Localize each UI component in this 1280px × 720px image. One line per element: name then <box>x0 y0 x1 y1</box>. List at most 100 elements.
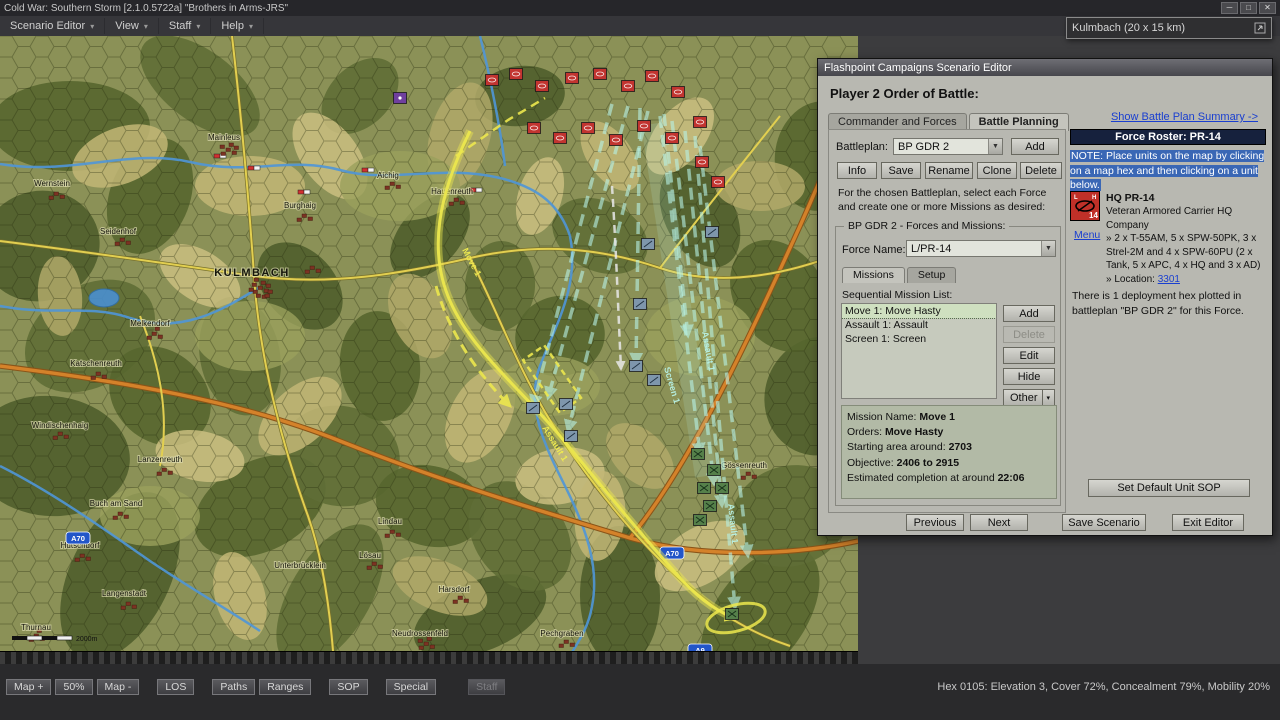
mission-other-button[interactable]: Other ▾ <box>1003 389 1055 406</box>
unit-menu-link[interactable]: Menu <box>1074 229 1100 241</box>
chevron-down-icon[interactable]: ▾ <box>1042 390 1054 405</box>
mission-listbox[interactable]: Move 1: Move HastyAssault 1: AssaultScre… <box>841 303 997 399</box>
unit-counter[interactable] <box>527 403 540 414</box>
unit-counter[interactable] <box>696 157 709 168</box>
unit-counter[interactable] <box>666 133 679 144</box>
mission-hide-button[interactable]: Hide <box>1003 368 1055 385</box>
map-zoom-in-button[interactable]: Map + <box>6 679 51 695</box>
menu-help[interactable]: Help▾ <box>211 18 264 34</box>
unit-counter[interactable] <box>712 177 725 188</box>
unit-counter[interactable] <box>698 483 711 494</box>
unit-counter[interactable] <box>694 117 707 128</box>
unit-counter[interactable] <box>565 431 578 442</box>
unit-counter[interactable] <box>672 87 685 98</box>
unit-counter[interactable] <box>594 69 607 80</box>
town-label: Harsdorf <box>439 585 470 594</box>
unit-counter[interactable] <box>394 93 407 104</box>
unit-counter[interactable] <box>528 123 541 134</box>
unit-type: Veteran Armored Carrier HQ Company <box>1106 205 1262 232</box>
battleplan-add-button[interactable]: Add <box>1011 138 1059 155</box>
sop-button[interactable]: SOP <box>329 679 367 695</box>
zoom-level-button[interactable]: 50% <box>55 679 92 695</box>
ranges-button[interactable]: Ranges <box>259 679 311 695</box>
maximize-button[interactable]: □ <box>1240 2 1257 14</box>
unit-counter[interactable] <box>706 227 719 238</box>
unit-counter[interactable] <box>642 239 655 250</box>
battleplan-delete-button[interactable]: Delete <box>1020 162 1062 179</box>
unit-counter[interactable] <box>560 399 573 410</box>
force-name-select[interactable]: L/PR-14 ▼ <box>906 240 1056 257</box>
town-label: Melkendorf <box>130 319 170 328</box>
battleplan-info-button[interactable]: Info <box>837 162 877 179</box>
dialog-titlebar[interactable]: Flashpoint Campaigns Scenario Editor <box>818 59 1272 76</box>
group-title: BP GDR 2 - Forces and Missions: <box>844 220 1009 232</box>
town-label: Seidenhof <box>100 227 137 236</box>
unit-counter[interactable] <box>554 133 567 144</box>
battleplan-select[interactable]: BP GDR 2 ▼ <box>893 138 1003 155</box>
unit-composition: » 2 x T-55AM, 5 x SPW-50PK, 3 x Strel-2M… <box>1106 232 1262 273</box>
battleplan-save-button[interactable]: Save <box>881 162 921 179</box>
town-label: KULMBACH <box>214 267 290 279</box>
special-button[interactable]: Special <box>386 679 436 695</box>
mission-list-item[interactable]: Move 1: Move Hasty <box>842 304 996 318</box>
force-roster-panel: Force Roster: PR-14 NOTE: Place units on… <box>1070 129 1266 477</box>
unit-counter[interactable] <box>536 81 549 92</box>
unit-counter[interactable] <box>704 501 717 512</box>
unit-counter[interactable] <box>510 69 523 80</box>
chevron-down-icon[interactable]: ▼ <box>1041 241 1055 256</box>
paths-button[interactable]: Paths <box>212 679 255 695</box>
unit-location-link[interactable]: 3301 <box>1158 274 1180 285</box>
battleplan-rename-button[interactable]: Rename <box>925 162 973 179</box>
unit-counter[interactable] <box>692 449 705 460</box>
unit-counter[interactable] <box>708 465 721 476</box>
unit-counter[interactable] <box>610 135 623 146</box>
tab-missions[interactable]: Missions <box>842 267 905 283</box>
map-viewport[interactable]: KULMBACHMainleusWernsteinBurghaigSeidenh… <box>0 36 858 664</box>
map-horizontal-scrollbar[interactable] <box>0 651 858 664</box>
unit-counter-icon[interactable]: L H 14 <box>1070 191 1100 221</box>
unit-counter[interactable] <box>582 123 595 134</box>
battleplan-clone-button[interactable]: Clone <box>977 162 1017 179</box>
mission-add-button[interactable]: Add <box>1003 305 1055 322</box>
unit-counter[interactable] <box>622 81 635 92</box>
map-zoom-out-button[interactable]: Map - <box>97 679 140 695</box>
menu-scenario-editor[interactable]: Scenario Editor ▾ <box>0 18 105 34</box>
chevron-down-icon[interactable]: ▼ <box>988 139 1002 154</box>
menu-staff[interactable]: Staff▾ <box>159 18 211 34</box>
mission-list-label: Sequential Mission List: <box>842 289 952 301</box>
unit-counter[interactable] <box>694 515 707 526</box>
mission-list-item[interactable]: Assault 1: Assault <box>842 318 996 332</box>
set-default-sop-button[interactable]: Set Default Unit SOP <box>1088 479 1250 497</box>
town-label: Pechgraben <box>540 629 583 638</box>
unit-counter[interactable] <box>646 71 659 82</box>
town-label: Neudrossenfeld <box>392 629 448 638</box>
unit-counter[interactable] <box>716 483 729 494</box>
unit-counter[interactable] <box>638 121 651 132</box>
battle-plan-summary-link[interactable]: Show Battle Plan Summary -> <box>1111 111 1258 123</box>
unit-counter[interactable] <box>648 375 661 386</box>
expand-icon[interactable] <box>1254 22 1266 34</box>
exit-editor-button[interactable]: Exit Editor <box>1172 514 1244 531</box>
menu-view[interactable]: View▾ <box>105 18 159 34</box>
tab-setup[interactable]: Setup <box>907 267 956 283</box>
minimize-button[interactable]: ─ <box>1221 2 1238 14</box>
los-button[interactable]: LOS <box>157 679 194 695</box>
save-scenario-button[interactable]: Save Scenario <box>1062 514 1146 531</box>
unit-counter[interactable] <box>634 299 647 310</box>
unit-counter[interactable] <box>726 609 739 620</box>
unit-counter[interactable] <box>566 73 579 84</box>
chevron-down-icon: ▾ <box>249 22 253 31</box>
chevron-down-icon: ▾ <box>90 22 94 31</box>
battle-planning-panel: Battleplan: BP GDR 2 ▼ Add Info Save Ren… <box>828 129 1066 513</box>
close-button[interactable]: ✕ <box>1259 2 1276 14</box>
map-name-badge[interactable]: Kulmbach (20 x 15 km) <box>1066 17 1272 39</box>
next-button[interactable]: Next <box>970 514 1028 531</box>
previous-button[interactable]: Previous <box>906 514 964 531</box>
map-canvas[interactable]: KULMBACHMainleusWernsteinBurghaigSeidenh… <box>0 36 858 664</box>
mission-list-item[interactable]: Screen 1: Screen <box>842 332 996 346</box>
menu-label: Scenario Editor <box>10 20 85 32</box>
unit-counter[interactable] <box>630 361 643 372</box>
mission-edit-button[interactable]: Edit <box>1003 347 1055 364</box>
unit-counter[interactable] <box>486 75 499 86</box>
orders-value: Move Hasty <box>885 426 943 438</box>
